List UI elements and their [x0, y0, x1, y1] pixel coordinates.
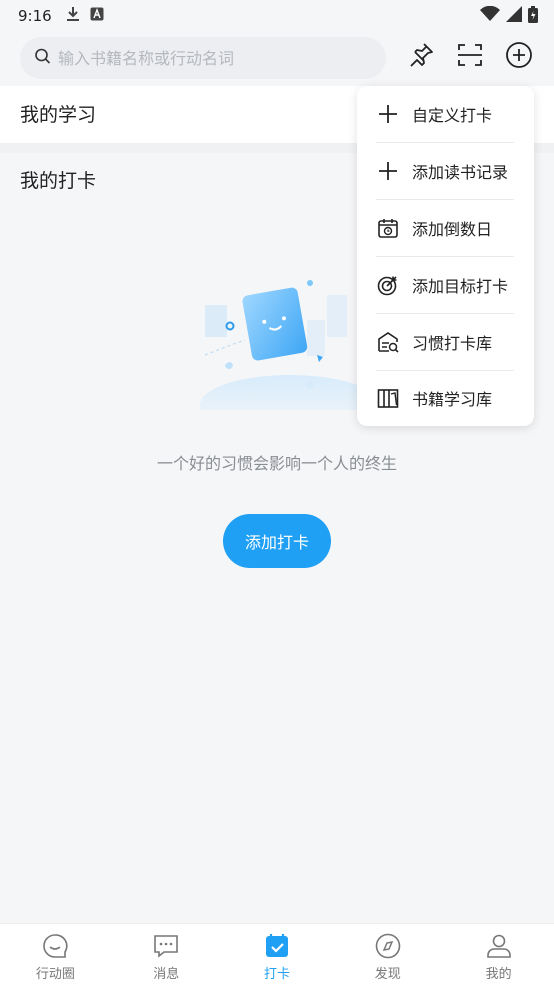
- search-input[interactable]: [58, 48, 358, 68]
- my-study-title: 我的学习: [20, 104, 97, 126]
- plus-circle-icon: [505, 41, 533, 73]
- plus-icon: [376, 159, 400, 183]
- status-time: 9:16: [18, 7, 52, 25]
- tab-action-circle[interactable]: 行动圈: [0, 924, 111, 984]
- bottom-tab-bar: 行动圈 消息 打卡 发现 我的: [0, 923, 554, 984]
- download-icon: [66, 6, 80, 26]
- wifi-icon: [480, 5, 500, 26]
- calendar-countdown-icon: [376, 216, 400, 240]
- battery-icon: [528, 5, 538, 27]
- menu-item-book-library[interactable]: 书籍学习库: [357, 370, 534, 426]
- font-app-icon: [90, 7, 104, 25]
- add-checkin-button[interactable]: 添加打卡: [223, 514, 331, 568]
- empty-illustration: [195, 275, 380, 435]
- menu-item-label: 习惯打卡库: [412, 334, 493, 353]
- habit-library-icon: [376, 330, 400, 354]
- menu-item-label: 添加倒数日: [412, 220, 493, 239]
- plus-icon: [376, 102, 400, 126]
- search-icon: [34, 47, 52, 69]
- menu-item-add-countdown[interactable]: 添加倒数日: [357, 200, 534, 256]
- search-bar[interactable]: [20, 37, 386, 79]
- tab-messages[interactable]: 消息: [111, 924, 222, 984]
- tab-discover[interactable]: 发现: [332, 924, 443, 984]
- tab-label: 行动圈: [35, 967, 75, 982]
- my-checkin-title: 我的打卡: [20, 170, 97, 192]
- chat-bubble-icon: [41, 932, 69, 960]
- target-icon: [376, 273, 400, 297]
- menu-item-label: 自定义打卡: [412, 106, 493, 125]
- menu-item-habit-library[interactable]: 习惯打卡库: [357, 314, 534, 370]
- book-library-icon: [376, 386, 400, 410]
- person-icon: [485, 932, 513, 960]
- menu-item-custom-checkin[interactable]: 自定义打卡: [357, 86, 534, 142]
- menu-item-add-goal-checkin[interactable]: 添加目标打卡: [357, 257, 534, 313]
- tab-label: 打卡: [263, 967, 290, 982]
- status-bar: 9:16: [0, 0, 554, 32]
- tab-me[interactable]: 我的: [443, 924, 554, 984]
- add-menu-popup: 自定义打卡 添加读书记录 添加倒数日 添加目标打卡 习惯打卡库 书籍学习库: [357, 86, 534, 426]
- add-button[interactable]: [502, 40, 536, 74]
- menu-item-label: 书籍学习库: [412, 390, 493, 409]
- calendar-check-icon: [263, 932, 291, 960]
- menu-item-label: 添加读书记录: [412, 163, 509, 182]
- search-row: [0, 36, 554, 80]
- signal-icon: [506, 6, 522, 26]
- empty-message: 一个好的习惯会影响一个人的终生: [156, 454, 397, 473]
- tab-label: 发现: [374, 967, 401, 982]
- scan-icon: [456, 41, 484, 73]
- pin-icon: [407, 41, 435, 73]
- menu-item-label: 添加目标打卡: [412, 277, 509, 296]
- message-icon: [152, 932, 180, 960]
- pin-button[interactable]: [404, 40, 438, 74]
- compass-icon: [374, 932, 402, 960]
- scan-button[interactable]: [453, 40, 487, 74]
- tab-label: 我的: [485, 967, 512, 982]
- tab-checkin[interactable]: 打卡: [222, 924, 333, 984]
- tab-label: 消息: [153, 967, 180, 982]
- menu-item-add-reading-record[interactable]: 添加读书记录: [357, 143, 534, 199]
